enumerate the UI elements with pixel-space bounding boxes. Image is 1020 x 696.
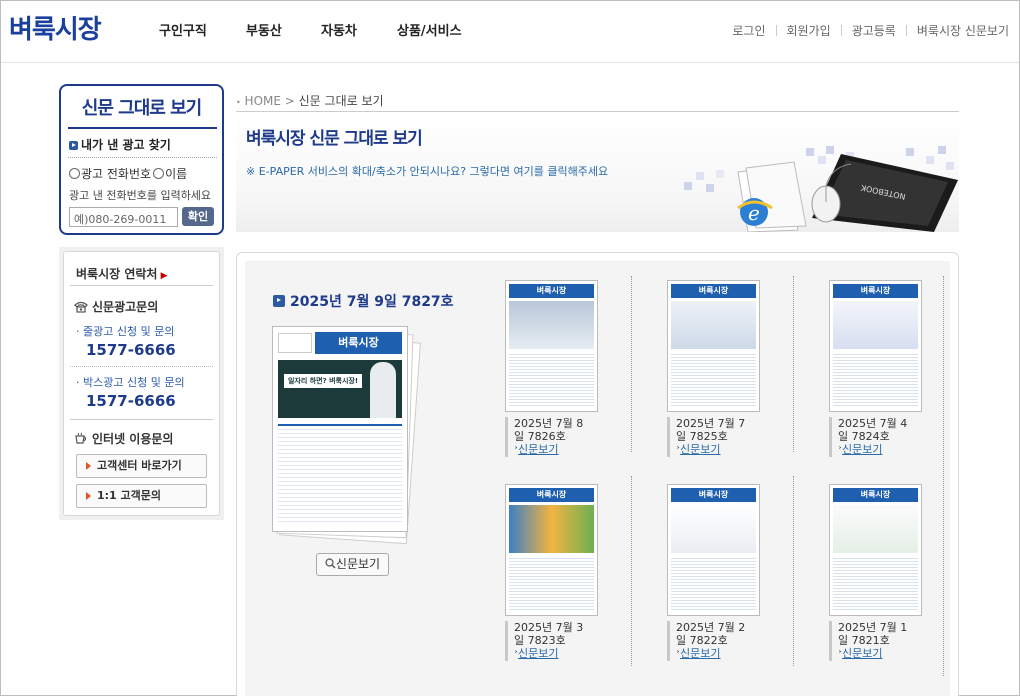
input-hint: 광고 낸 전화번호를 입력하세요 bbox=[69, 189, 212, 202]
divider bbox=[793, 276, 794, 452]
issue-thumb: 벼룩시장 2025년 7월 4일 7824호 ˃신문보기 bbox=[829, 280, 934, 475]
main-nav: 구인구직 부동산 자동차 상품/서비스 bbox=[159, 20, 487, 39]
issue-caption: 2025년 7월 8일 7826호 ˃신문보기 bbox=[505, 417, 610, 457]
util-nav: 로그인 회원가입 광고등록 벼룩시장 신문보기 bbox=[732, 22, 1009, 39]
ad-register-link[interactable]: 광고등록 bbox=[852, 22, 896, 39]
issue-cover[interactable]: 벼룩시장 bbox=[829, 280, 922, 412]
breadcrumb-home[interactable]: HOME bbox=[245, 94, 281, 108]
banner-help-link[interactable]: ※ E-PAPER 서비스의 확대/축소가 안되시나요? 그렇다면 여기를 클릭… bbox=[246, 163, 608, 179]
confirm-button[interactable]: 확인 bbox=[182, 207, 214, 226]
issue-thumb: 벼룩시장 2025년 7월 3일 7823호 ˃신문보기 bbox=[505, 484, 610, 679]
radio-phone-label: 광고 전화번호 bbox=[81, 167, 152, 181]
newspaper-view-link[interactable]: 벼룩시장 신문보기 bbox=[917, 22, 1009, 39]
nav-cars[interactable]: 자동차 bbox=[321, 20, 397, 39]
epaper-banner[interactable]: 벼룩시장 신문 그대로 보기 ※ E-PAPER 서비스의 확대/축소가 안되시… bbox=[236, 112, 959, 232]
divider bbox=[775, 25, 777, 36]
my-ad-search-box: 신문 그대로 보기 내가 낸 광고 찾기 광고 전화번호 이름 광고 낸 전화번… bbox=[59, 84, 224, 235]
issue-view-link[interactable]: 신문보기 bbox=[842, 443, 882, 456]
page-title: 벼룩시장 신문 그대로 보기 bbox=[246, 129, 423, 149]
nav-jobs[interactable]: 구인구직 bbox=[159, 20, 246, 39]
notebook-illustration: e NOTEBOOK bbox=[684, 146, 958, 232]
phone-icon bbox=[74, 301, 88, 313]
breadcrumb: • HOME > 신문 그대로 보기 bbox=[236, 94, 384, 108]
divider bbox=[905, 25, 907, 36]
issue-caption: 2025년 7월 2일 7822호 ˃신문보기 bbox=[667, 621, 772, 661]
issue-caption: 2025년 7월 3일 7823호 ˃신문보기 bbox=[505, 621, 610, 661]
radio-name[interactable] bbox=[153, 168, 165, 179]
divider bbox=[793, 476, 794, 666]
one-to-one-button[interactable]: 1:1 고객문의 bbox=[76, 484, 207, 508]
login-link[interactable]: 로그인 bbox=[732, 22, 765, 39]
issue-view-link[interactable]: 신문보기 bbox=[518, 647, 558, 660]
divider bbox=[70, 285, 213, 286]
latest-view-button[interactable]: 신문보기 bbox=[316, 553, 389, 576]
paper-hero-ad: 일자리 하면? 벼룩시장! bbox=[278, 360, 402, 418]
nav-realestate[interactable]: 부동산 bbox=[246, 20, 321, 39]
paper-classifieds bbox=[278, 424, 402, 524]
line-ad-phone: 1577-6666 bbox=[86, 341, 176, 359]
radio-name-label: 이름 bbox=[165, 167, 188, 181]
issue-thumb: 벼룩시장 2025년 7월 7일 7825호 ˃신문보기 bbox=[667, 280, 772, 475]
issue-thumb: 벼룩시장 2025년 7월 2일 7822호 ˃신문보기 bbox=[667, 484, 772, 679]
bullet-icon bbox=[273, 295, 285, 307]
search-type-radios: 광고 전화번호 이름 bbox=[69, 165, 187, 182]
paper-masthead: 벼룩시장 bbox=[278, 332, 402, 354]
divider bbox=[840, 25, 842, 36]
box-ad-phone: 1577-6666 bbox=[86, 392, 176, 410]
issue-caption: 2025년 7월 4일 7824호 ˃신문보기 bbox=[829, 417, 934, 457]
magnifier-icon bbox=[325, 558, 336, 569]
issue-view-link[interactable]: 신문보기 bbox=[518, 443, 558, 456]
latest-issue-title: 2025년 7월 9일 7827호 bbox=[273, 291, 454, 311]
newspaper-list-box: 2025년 7월 9일 7827호 벼룩시장 일자리 하면? 벼룩시장! 신문보… bbox=[236, 252, 959, 696]
svg-text:e: e bbox=[748, 201, 760, 225]
issue-view-link[interactable]: 신문보기 bbox=[680, 443, 720, 456]
line-ad-label: · 줄광고 신청 및 문의 bbox=[76, 325, 175, 338]
issue-thumb: 벼룩시장 2025년 7월 8일 7826호 ˃신문보기 bbox=[505, 280, 610, 475]
page: 벼룩시장 구인구직 부동산 자동차 상품/서비스 로그인 회원가입 광고등록 벼… bbox=[0, 0, 1020, 696]
issue-cover[interactable]: 벼룩시장 bbox=[667, 484, 760, 616]
arrow-icon: ▶ bbox=[157, 271, 168, 281]
box-subtitle: 내가 낸 광고 찾기 bbox=[69, 136, 171, 153]
phone-input[interactable]: 예)080-269-0011 bbox=[69, 207, 178, 227]
divider bbox=[68, 127, 217, 129]
issue-cover[interactable]: 벼룩시장 bbox=[505, 280, 598, 412]
contact-title: 벼룩시장 연락처 ▶ bbox=[76, 267, 168, 281]
divider bbox=[70, 366, 213, 367]
arrow-icon bbox=[86, 462, 91, 470]
nav-goods[interactable]: 상품/서비스 bbox=[397, 20, 487, 39]
issue-thumb: 벼룩시장 2025년 7월 1일 7821호 ˃신문보기 bbox=[829, 484, 934, 679]
issue-caption: 2025년 7월 7일 7825호 ˃신문보기 bbox=[667, 417, 772, 457]
radio-phone[interactable] bbox=[69, 168, 80, 179]
breadcrumb-current: 신문 그대로 보기 bbox=[298, 94, 384, 108]
customer-center-button[interactable]: 고객센터 바로가기 bbox=[76, 454, 207, 478]
divider bbox=[68, 157, 217, 158]
box-ad-label: · 박스광고 신청 및 문의 bbox=[76, 376, 185, 389]
cup-icon bbox=[75, 432, 87, 444]
latest-issue-cover[interactable]: 벼룩시장 일자리 하면? 벼룩시장! bbox=[272, 326, 421, 545]
paper-front: 벼룩시장 일자리 하면? 벼룩시장! bbox=[272, 326, 408, 532]
box-title: 신문 그대로 보기 bbox=[81, 98, 202, 119]
issue-cover[interactable]: 벼룩시장 bbox=[505, 484, 598, 616]
issue-cover[interactable]: 벼룩시장 bbox=[667, 280, 760, 412]
contact-box: 벼룩시장 연락처 ▶ 신문광고문의 · 줄광고 신청 및 문의 1577-666… bbox=[59, 247, 224, 520]
issue-cover[interactable]: 벼룩시장 bbox=[829, 484, 922, 616]
section-internet: 인터넷 이용문의 bbox=[74, 430, 173, 447]
signup-link[interactable]: 회원가입 bbox=[787, 22, 831, 39]
arrow-icon bbox=[86, 492, 91, 500]
issue-caption: 2025년 7월 1일 7821호 ˃신문보기 bbox=[829, 621, 934, 661]
bullet-icon bbox=[69, 141, 78, 150]
issue-view-link[interactable]: 신문보기 bbox=[842, 647, 882, 660]
divider bbox=[943, 276, 944, 676]
top-header: 벼룩시장 구인구직 부동산 자동차 상품/서비스 로그인 회원가입 광고등록 벼… bbox=[1, 1, 1019, 63]
divider bbox=[631, 476, 632, 666]
section-newspaper-ad: 신문광고문의 bbox=[74, 298, 158, 315]
site-logo[interactable]: 벼룩시장 bbox=[9, 9, 102, 46]
divider bbox=[70, 419, 213, 420]
issue-view-link[interactable]: 신문보기 bbox=[680, 647, 720, 660]
divider bbox=[631, 276, 632, 452]
